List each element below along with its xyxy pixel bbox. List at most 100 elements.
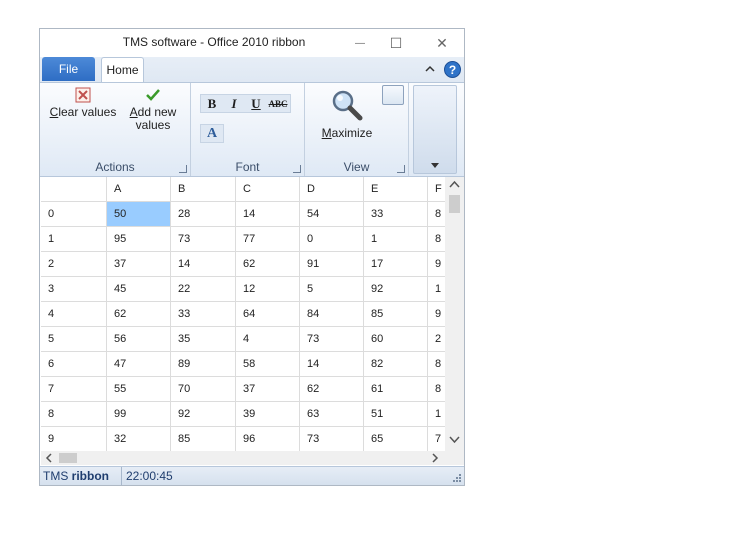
grid-cell[interactable]: 61 [364, 377, 428, 402]
bold-button[interactable]: B [201, 95, 223, 112]
grid-cell[interactable]: 0 [300, 227, 364, 252]
grid-cell[interactable]: 9 [428, 252, 446, 277]
italic-button[interactable]: I [223, 95, 245, 112]
grid-cell[interactable]: 92 [364, 277, 428, 302]
grid-cell[interactable]: 63 [300, 402, 364, 427]
row-header[interactable]: 4 [41, 302, 107, 327]
horizontal-scrollbar[interactable] [41, 451, 445, 465]
maximize-view-button[interactable]: Maximize [317, 89, 377, 140]
scroll-down-icon[interactable] [445, 431, 464, 447]
grid-cell[interactable]: 37 [107, 252, 171, 277]
horizontal-scroll-thumb[interactable] [59, 453, 77, 463]
grid-cell[interactable]: 58 [236, 352, 300, 377]
grid-cell[interactable]: 37 [236, 377, 300, 402]
maximize-button[interactable]: ☐ [376, 29, 416, 57]
grid-cell[interactable]: 32 [107, 427, 171, 451]
grid-cell[interactable]: 96 [236, 427, 300, 451]
vertical-scrollbar[interactable] [445, 177, 464, 451]
close-button[interactable]: ✕ [422, 29, 462, 57]
grid-cell[interactable]: 14 [236, 202, 300, 227]
grid-cell[interactable]: 47 [107, 352, 171, 377]
row-header[interactable]: 6 [41, 352, 107, 377]
grid-cell[interactable]: 12 [236, 277, 300, 302]
minimize-button[interactable]: — [340, 29, 380, 57]
scroll-right-icon[interactable] [427, 451, 443, 465]
grid-cell[interactable]: 2 [428, 327, 446, 352]
grid-cell[interactable]: 22 [171, 277, 236, 302]
grid-cell[interactable]: 1 [364, 227, 428, 252]
grid-cell[interactable]: 62 [236, 252, 300, 277]
row-header[interactable]: 3 [41, 277, 107, 302]
column-header[interactable]: E [364, 177, 428, 202]
scroll-up-icon[interactable] [445, 177, 464, 193]
data-grid[interactable]: A B C D E F 0 50 28 14 54 33 8 1 95 73 77 0 1 8 2 37 14 62 91 17 9… [41, 177, 446, 451]
grid-cell[interactable]: 5 [300, 277, 364, 302]
actions-dialog-launcher-icon[interactable] [179, 165, 187, 173]
clear-values-button[interactable]: Clear values [46, 87, 120, 119]
collapsed-group-button[interactable] [413, 85, 457, 174]
grid-cell[interactable]: 64 [236, 302, 300, 327]
grid-cell[interactable]: 82 [364, 352, 428, 377]
grid-cell[interactable]: 51 [364, 402, 428, 427]
tab-file[interactable]: File [42, 57, 95, 81]
minimize-ribbon-button[interactable] [420, 59, 440, 79]
row-header[interactable]: 9 [41, 427, 107, 451]
grid-cell[interactable]: 35 [171, 327, 236, 352]
grid-cell[interactable]: 45 [107, 277, 171, 302]
grid-cell[interactable]: 95 [107, 227, 171, 252]
help-button[interactable]: ? [442, 59, 462, 79]
tab-home[interactable]: Home [101, 57, 144, 82]
row-header[interactable]: 2 [41, 252, 107, 277]
grid-cell[interactable]: 54 [300, 202, 364, 227]
grid-cell[interactable]: 1 [428, 277, 446, 302]
column-header[interactable]: B [171, 177, 236, 202]
grid-cell[interactable]: 91 [300, 252, 364, 277]
strikethrough-button[interactable]: ABC [267, 95, 289, 112]
row-header[interactable]: 7 [41, 377, 107, 402]
grid-cell[interactable]: 33 [171, 302, 236, 327]
grid-cell[interactable]: 60 [364, 327, 428, 352]
grid-cell[interactable]: 7 [428, 427, 446, 451]
underline-button[interactable]: U [245, 95, 267, 112]
column-header[interactable]: A [107, 177, 171, 202]
grid-cell[interactable]: 8 [428, 227, 446, 252]
grid-cell[interactable]: 73 [171, 227, 236, 252]
grid-cell[interactable]: 4 [236, 327, 300, 352]
grid-cell[interactable]: 17 [364, 252, 428, 277]
add-new-values-button[interactable]: Add new values [124, 87, 182, 132]
column-header[interactable]: F [428, 177, 446, 202]
column-header[interactable]: D [300, 177, 364, 202]
grid-cell[interactable]: 1 [428, 402, 446, 427]
grid-cell[interactable]: 77 [236, 227, 300, 252]
grid-cell[interactable]: 9 [428, 302, 446, 327]
grid-cell[interactable]: 28 [171, 202, 236, 227]
grid-cell[interactable]: 85 [364, 302, 428, 327]
grid-cell[interactable]: 62 [300, 377, 364, 402]
grid-cell[interactable]: 55 [107, 377, 171, 402]
row-header[interactable]: 5 [41, 327, 107, 352]
grid-cell[interactable]: 8 [428, 352, 446, 377]
grid-cell[interactable]: 73 [300, 427, 364, 451]
row-header[interactable]: 1 [41, 227, 107, 252]
scroll-left-icon[interactable] [41, 451, 57, 465]
grid-cell[interactable]: 56 [107, 327, 171, 352]
grid-cell[interactable]: 14 [171, 252, 236, 277]
vertical-scroll-thumb[interactable] [449, 195, 460, 213]
grid-cell[interactable]: 8 [428, 202, 446, 227]
grid-cell[interactable]: 33 [364, 202, 428, 227]
view-dialog-launcher-icon[interactable] [397, 165, 405, 173]
grid-cell[interactable]: 65 [364, 427, 428, 451]
title-bar[interactable]: TMS software - Office 2010 ribbon — ☐ ✕ [40, 29, 464, 57]
grid-cell[interactable]: 84 [300, 302, 364, 327]
grid-cell[interactable]: 14 [300, 352, 364, 377]
grid-corner-header[interactable] [41, 177, 107, 202]
grid-cell[interactable]: 99 [107, 402, 171, 427]
grid-cell[interactable]: 92 [171, 402, 236, 427]
grid-cell[interactable]: 8 [428, 377, 446, 402]
grid-cell[interactable]: 85 [171, 427, 236, 451]
view-small-button[interactable] [382, 85, 404, 105]
grid-cell[interactable]: 89 [171, 352, 236, 377]
font-color-button[interactable]: A [200, 124, 224, 143]
column-header[interactable]: C [236, 177, 300, 202]
row-header[interactable]: 0 [41, 202, 107, 227]
